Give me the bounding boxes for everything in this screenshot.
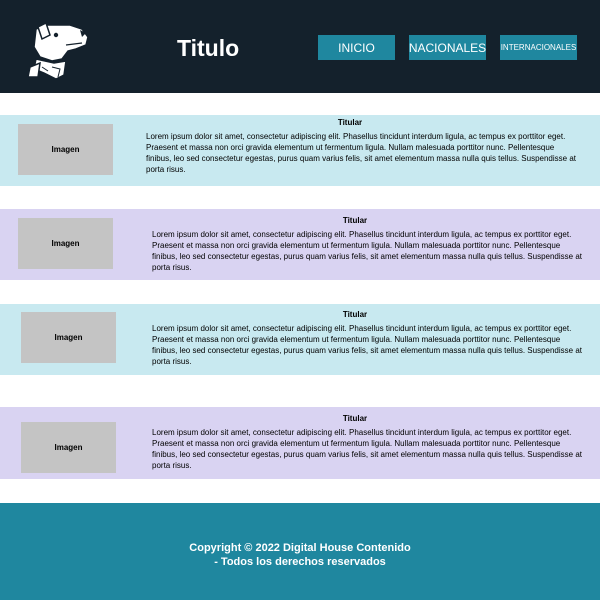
- article-card: Imagen Titular Lorem ipsum dolor sit ame…: [0, 115, 600, 186]
- article-card: Imagen Titular Lorem ipsum dolor sit ame…: [0, 304, 600, 375]
- article-title: Titular: [342, 414, 368, 423]
- page-title: Titulo: [177, 35, 240, 61]
- site-header: Titulo INICIO NACIONALES INTERNACIONALES: [0, 0, 600, 93]
- article-body: Lorem ipsum dolor sit amet, consectetur …: [152, 324, 582, 366]
- nav-nacionales-button[interactable]: NACIONALES: [409, 35, 486, 60]
- article-body: Lorem ipsum dolor sit amet, consectetur …: [146, 132, 576, 174]
- article-body: Lorem ipsum dolor sit amet, consectetur …: [152, 428, 582, 470]
- article-card: Imagen Titular Lorem ipsum dolor sit ame…: [0, 209, 600, 280]
- article-image-placeholder: Imagen: [21, 312, 116, 363]
- article-title: Titular: [342, 216, 368, 225]
- site-footer: Copyright © 2022 Digital House Contenido…: [0, 503, 600, 600]
- footer-copyright-line: Copyright © 2022 Digital House Contenido: [189, 542, 411, 554]
- article-card: Imagen Titular Lorem ipsum dolor sit ame…: [0, 407, 600, 479]
- dog-logo-icon[interactable]: [26, 21, 90, 83]
- footer-rights-line: - Todos los derechos reservados: [214, 556, 386, 568]
- article-image-placeholder: Imagen: [18, 218, 113, 269]
- nav-inicio-button[interactable]: INICIO: [318, 35, 395, 60]
- article-image-placeholder: Imagen: [21, 422, 116, 473]
- article-title: Titular: [337, 118, 363, 127]
- article-image-placeholder: Imagen: [18, 124, 113, 175]
- footer-copyright: Copyright © 2022 Digital House Contenido…: [0, 541, 600, 569]
- nav-internacionales-button[interactable]: INTERNACIONALES: [500, 35, 577, 60]
- article-title: Titular: [342, 310, 368, 319]
- article-body: Lorem ipsum dolor sit amet, consectetur …: [152, 230, 582, 272]
